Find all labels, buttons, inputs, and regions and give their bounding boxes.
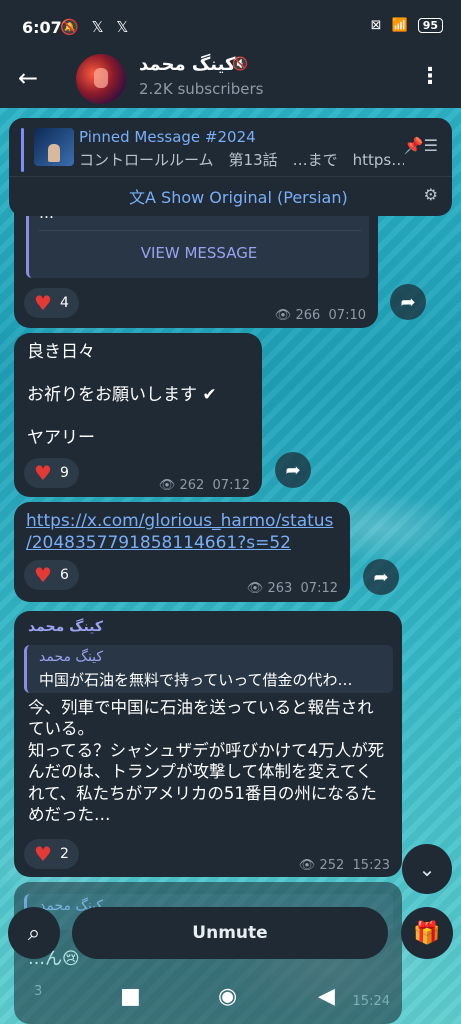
- reply-quote[interactable]: كينگ محمد 中国が石油を無料で持っていって借金の代わ…: [24, 645, 393, 693]
- reaction-heart[interactable]: ♥ 6: [24, 560, 79, 590]
- message-line: ヤアリー: [27, 428, 95, 448]
- message-bubble[interactable]: 良き日々 お祈りをお願いします ✔ ヤアリー ♥ 9 👁 262 07:12: [14, 333, 262, 497]
- pinned-thumbnail: [34, 128, 74, 166]
- pinned-indicator: [21, 128, 24, 172]
- reaction-count: 4: [59, 295, 69, 311]
- heart-icon: ♥: [34, 291, 52, 315]
- tweet-link[interactable]: https://x.com/glorious_harmo/status /204…: [26, 510, 333, 554]
- pinned-list-icon[interactable]: 📌☰: [404, 136, 438, 155]
- message-meta: 👁 263 07:12: [247, 581, 338, 596]
- translate-settings-icon[interactable]: ⚙: [424, 185, 438, 204]
- share-icon[interactable]: ➦: [363, 559, 399, 595]
- back-arrow-icon[interactable]: ←: [18, 64, 38, 92]
- more-menu-icon[interactable]: ⋮: [419, 64, 441, 89]
- pinned-text: コントロールルーム 第13話 …まで https…: [79, 151, 404, 169]
- muted-icon: 🔇: [232, 57, 249, 72]
- message-meta: 👁 262 07:12: [159, 478, 250, 493]
- heart-icon: ♥: [34, 563, 52, 587]
- eye-icon: 👁: [246, 581, 264, 596]
- heart-icon: ♥: [34, 842, 52, 866]
- chat-header: ← كينگ محمد 🔇 2.2K subscribers ⋮: [0, 52, 461, 108]
- search-icon[interactable]: ⌕: [8, 907, 60, 959]
- pinned-message-bar[interactable]: Pinned Message #2024 コントロールルーム 第13話 …まで …: [9, 118, 452, 216]
- notification-icons: 🔕 𝕏 𝕏: [60, 18, 133, 36]
- pinned-title: Pinned Message #2024: [79, 128, 256, 146]
- subscriber-count: 2.2K subscribers: [139, 80, 264, 98]
- link-line: /2048357791858114661?s=52: [26, 533, 291, 554]
- message-author[interactable]: كينگ محمد: [28, 619, 103, 635]
- divider: [39, 230, 361, 231]
- recents-icon[interactable]: ■: [120, 984, 141, 1009]
- divider: [9, 176, 452, 177]
- message-meta: 👁 252 15:23: [299, 858, 390, 873]
- back-nav-icon[interactable]: ◀: [318, 984, 335, 1009]
- scroll-down-icon[interactable]: ⌄: [402, 844, 452, 894]
- system-nav-bar: ■ ◉ ◀: [0, 970, 461, 1024]
- view-message-button[interactable]: VIEW MESSAGE: [29, 244, 369, 262]
- unmute-button[interactable]: Unmute: [72, 907, 388, 959]
- link-line: https://x.com/glorious_harmo/status: [26, 511, 334, 531]
- battery-icon: 95: [417, 18, 443, 33]
- sim-icon: ⊠: [370, 18, 382, 33]
- view-count: 252: [319, 858, 345, 873]
- reaction-count: 2: [59, 846, 69, 862]
- message-bubble[interactable]: كينگ محمد كينگ محمد 中国が石油を無料で持っていって借金の代わ…: [14, 611, 402, 877]
- view-count: 266: [295, 308, 321, 323]
- message-meta: 👁 266 07:10: [275, 308, 366, 323]
- eye-icon: 👁: [274, 308, 292, 323]
- eye-icon: 👁: [158, 478, 176, 493]
- show-original-button[interactable]: 文A Show Original (Persian): [129, 184, 348, 208]
- quote-author: كينگ محمد: [39, 649, 104, 665]
- share-icon[interactable]: ➦: [275, 452, 311, 488]
- status-time: 6:07: [22, 18, 62, 37]
- message-time: 07:12: [212, 478, 250, 493]
- view-count: 262: [179, 478, 205, 493]
- share-icon[interactable]: ➦: [390, 284, 426, 320]
- message-line: お祈りをお願いします ✔: [27, 385, 217, 405]
- home-icon[interactable]: ◉: [218, 984, 237, 1009]
- wifi-icon: 📶: [391, 18, 408, 33]
- heart-icon: ♥: [34, 461, 52, 485]
- reaction-count: 6: [59, 567, 69, 583]
- eye-icon: 👁: [298, 858, 316, 873]
- translate-label: Show Original (Persian): [161, 188, 348, 207]
- message-time: 15:23: [352, 858, 390, 873]
- message-body: 今、列車で中国に石油を送っていると報告されている。 知ってる？シャシュザデが呼び…: [28, 698, 385, 825]
- channel-name[interactable]: كينگ محمد: [139, 54, 235, 75]
- channel-avatar[interactable]: [76, 54, 126, 104]
- message-time: 07:10: [328, 308, 366, 323]
- gift-icon[interactable]: 🎁: [401, 907, 453, 959]
- quote-text: 中国が石油を無料で持っていって借金の代わ…: [39, 671, 353, 689]
- reaction-heart[interactable]: ♥ 9: [24, 458, 79, 488]
- reaction-heart[interactable]: ♥ 2: [24, 839, 79, 869]
- translate-icon: 文A: [129, 188, 156, 207]
- message-bubble[interactable]: https://x.com/glorious_harmo/status /204…: [14, 502, 350, 602]
- message-time: 07:12: [300, 581, 338, 596]
- reaction-heart[interactable]: ♥ 4: [24, 288, 79, 318]
- reaction-count: 9: [59, 465, 69, 481]
- status-right-icons: ⊠ 📶 95: [371, 18, 443, 33]
- status-bar: 6:07 🔕 𝕏 𝕏 ⊠ 📶 95: [0, 0, 461, 52]
- message-line: 良き日々: [27, 342, 95, 362]
- view-count: 263: [267, 581, 293, 596]
